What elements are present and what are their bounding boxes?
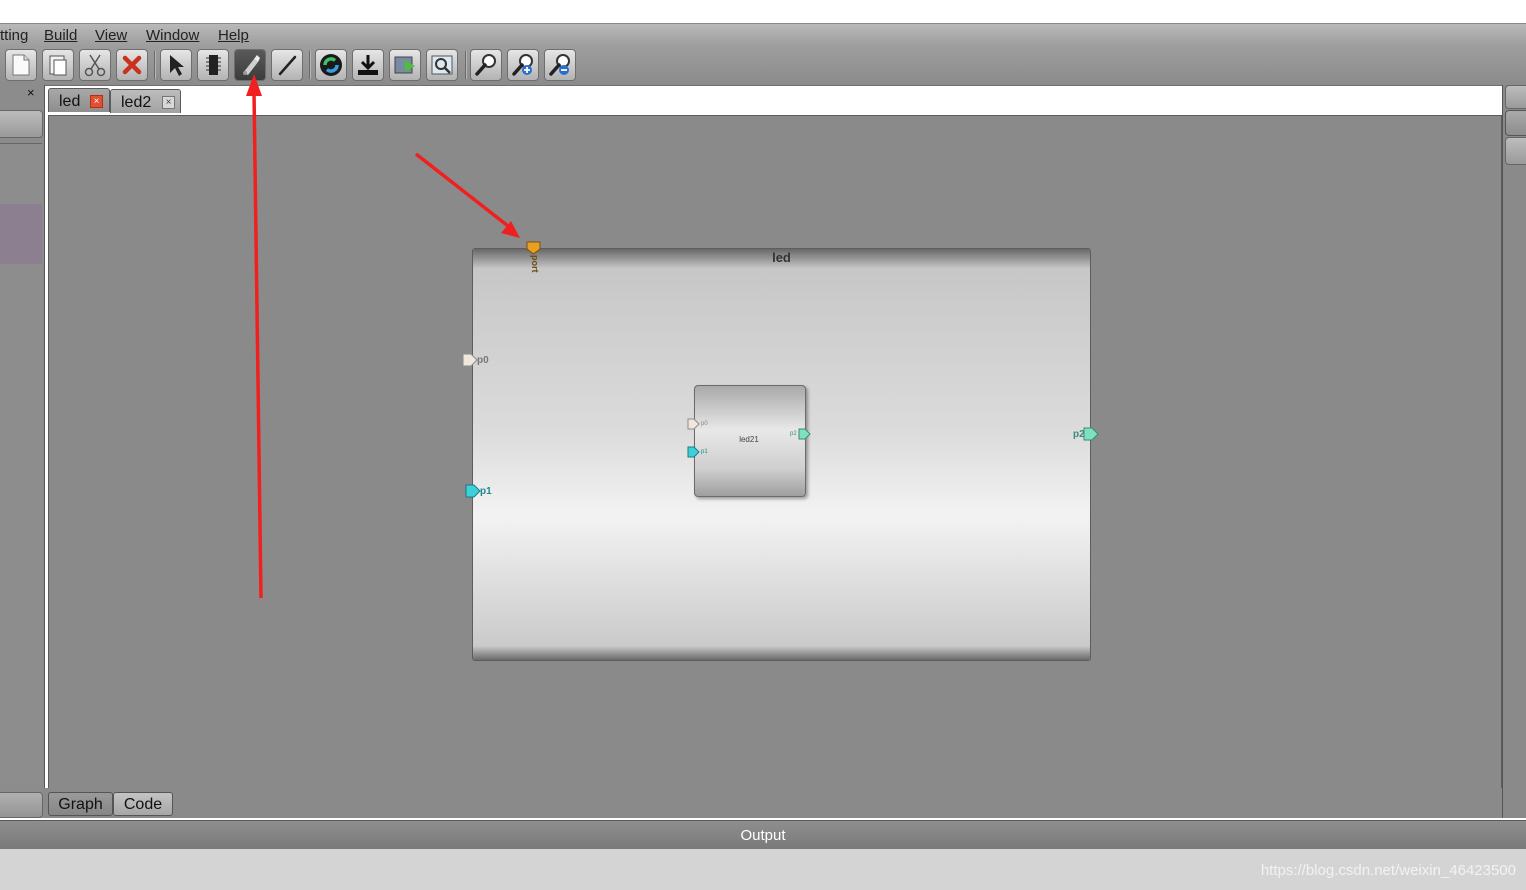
module-title: led xyxy=(772,250,791,265)
cut-button[interactable] xyxy=(79,49,111,81)
top-port-icon[interactable] xyxy=(526,240,542,256)
output-title: Output xyxy=(740,827,786,844)
refresh-icon xyxy=(320,54,342,76)
output-panel-header[interactable]: Output xyxy=(0,820,1526,849)
select-button[interactable] xyxy=(160,49,192,81)
instance-port-p2-icon[interactable] xyxy=(798,428,812,440)
new-file-button[interactable] xyxy=(5,49,37,81)
output-panel: https://blog.csdn.net/weixin_46423500 xyxy=(0,849,1526,890)
right-panel-button-1[interactable] xyxy=(1505,85,1526,109)
menu-setting[interactable]: tting xyxy=(0,27,28,44)
watermark-text: https://blog.csdn.net/weixin_46423500 xyxy=(1260,862,1516,879)
port-p0-label: p0 xyxy=(477,355,489,366)
left-panel: × xyxy=(0,85,45,818)
delete-button[interactable] xyxy=(116,49,148,81)
menu-bar: tting Build View Window Help xyxy=(0,23,1526,46)
top-port-label: port xyxy=(530,255,540,273)
toolbar-separator xyxy=(309,51,311,79)
delete-icon xyxy=(122,55,142,75)
close-icon: × xyxy=(27,85,35,100)
zoom-icon xyxy=(475,54,496,76)
port-p1-label: p1 xyxy=(480,486,492,497)
download-button[interactable] xyxy=(352,49,384,81)
instance-port-p2-label: p2 xyxy=(790,431,797,437)
tab-label: led2 xyxy=(121,94,152,111)
view-tab-bar: Graph Code xyxy=(44,788,1502,818)
zoom-out-icon xyxy=(549,54,570,76)
refresh-button[interactable] xyxy=(315,49,347,81)
wire-button[interactable] xyxy=(271,49,303,81)
new-file-icon xyxy=(12,54,30,76)
tab-led2[interactable]: led2 × xyxy=(110,89,181,113)
port-tool-icon xyxy=(243,55,260,75)
zoom-fit-button[interactable] xyxy=(426,49,458,81)
instance-port-p1-label: p1 xyxy=(701,449,708,455)
instance-port-p0-label: p0 xyxy=(701,421,708,427)
left-panel-close-button[interactable]: × xyxy=(27,85,35,100)
toolbar xyxy=(0,45,1526,86)
zoom-button[interactable] xyxy=(470,49,502,81)
run-button[interactable] xyxy=(389,49,421,81)
zoom-in-button[interactable] xyxy=(507,49,539,81)
zoom-out-button[interactable] xyxy=(544,49,576,81)
zoom-in-icon xyxy=(512,54,533,76)
left-panel-footer-button[interactable] xyxy=(0,792,43,818)
menu-help[interactable]: Help xyxy=(218,27,249,44)
paste-icon xyxy=(49,55,67,76)
menu-build[interactable]: Build xyxy=(44,27,77,44)
chip-icon xyxy=(206,55,221,75)
tab-label: led xyxy=(59,93,81,110)
right-panel-button-2[interactable] xyxy=(1505,110,1526,136)
tab-graph[interactable]: Graph xyxy=(48,792,113,816)
tab-close-icon[interactable]: × xyxy=(90,95,103,108)
zoom-fit-icon xyxy=(431,55,453,75)
port-p2-icon[interactable] xyxy=(1083,427,1099,441)
port-p0-icon[interactable] xyxy=(462,353,478,367)
left-panel-header[interactable] xyxy=(0,110,43,138)
download-icon xyxy=(358,55,378,75)
port-p1-icon[interactable] xyxy=(465,484,481,498)
menu-view[interactable]: View xyxy=(95,27,127,44)
toolbar-separator xyxy=(465,51,467,79)
instance-port-p1-icon[interactable] xyxy=(687,446,700,458)
port-tool-button[interactable] xyxy=(234,49,266,81)
tab-led[interactable]: led × xyxy=(48,88,110,112)
instance-name: led21 xyxy=(739,435,759,444)
select-pointer-icon xyxy=(170,55,184,76)
right-panel-button-3[interactable] xyxy=(1505,137,1526,165)
toolbar-separator xyxy=(154,51,156,79)
paste-button[interactable] xyxy=(42,49,74,81)
instance-port-p0-icon[interactable] xyxy=(687,418,700,430)
left-panel-selected-item[interactable] xyxy=(0,204,42,264)
chip-button[interactable] xyxy=(197,49,229,81)
cut-icon xyxy=(84,54,106,77)
tab-code[interactable]: Code xyxy=(113,792,173,816)
instance-block-led21[interactable]: led21 xyxy=(694,385,806,497)
wire-icon xyxy=(278,55,297,76)
menu-window[interactable]: Window xyxy=(146,27,199,44)
run-icon xyxy=(394,56,415,74)
right-panel xyxy=(1502,85,1526,818)
module-footer xyxy=(473,646,1090,660)
tab-close-icon[interactable]: × xyxy=(162,96,175,109)
